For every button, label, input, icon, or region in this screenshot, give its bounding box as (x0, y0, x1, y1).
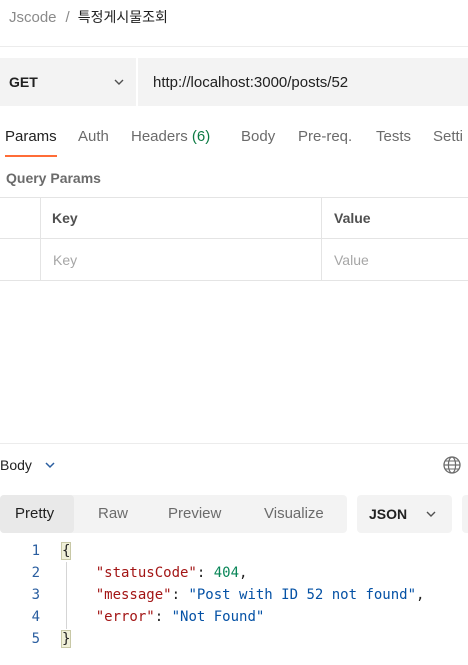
code-line: 5 } (0, 628, 468, 650)
method-label: GET (9, 74, 38, 90)
globe-icon[interactable] (442, 455, 462, 475)
chevron-down-icon (426, 511, 436, 517)
json-colon: : (154, 609, 172, 625)
wrap-lines-button[interactable] (462, 495, 468, 533)
table-header-row: Key Value (0, 198, 468, 239)
code-line: 1 { (0, 540, 468, 562)
column-divider (40, 198, 41, 281)
line-number: 2 (31, 565, 40, 581)
tab-headers-label: Headers (131, 128, 188, 145)
breadcrumb-separator: / (65, 8, 70, 26)
query-params-title: Query Params (6, 170, 101, 186)
value-input[interactable]: Value (334, 252, 369, 268)
tab-auth[interactable]: Auth (78, 128, 109, 145)
header-divider (0, 46, 468, 47)
json-string: "Not Found" (171, 609, 265, 625)
chevron-down-icon (45, 462, 55, 469)
response-body-toggle[interactable]: Body (0, 455, 56, 475)
json-comma: , (239, 565, 248, 581)
json-number: 404 (213, 565, 240, 581)
headers-count: (6) (191, 128, 211, 145)
code-line: 2 "statusCode": 404, (0, 562, 468, 584)
close-brace: } (60, 630, 72, 648)
json-colon: : (171, 587, 189, 603)
format-select[interactable]: JSON (357, 495, 452, 533)
url-bar: GET http://localhost:3000/posts/52 (0, 58, 468, 106)
format-select-value: JSON (369, 506, 408, 522)
json-key: "error" (95, 609, 155, 625)
query-params-table: Key Value Key Value (0, 197, 468, 281)
column-divider (321, 198, 322, 281)
response-format-tabs: Pretty Raw Preview Visualize (0, 495, 347, 533)
method-select[interactable]: GET (0, 58, 138, 106)
key-input[interactable]: Key (53, 252, 77, 268)
open-brace: { (60, 542, 72, 560)
request-tabs: Params Auth Headers (6) Body Pre-req. Te… (0, 118, 468, 158)
request-name[interactable]: 특정게시물조회 (78, 7, 168, 27)
json-string: "Post with ID 52 not found" (188, 587, 417, 603)
tab-raw[interactable]: Raw (98, 505, 128, 522)
line-number: 5 (31, 631, 40, 647)
code-line: 3 "message": "Post with ID 52 not found"… (0, 584, 468, 606)
table-row: Key Value (0, 240, 468, 281)
tab-settings[interactable]: Setti (433, 128, 463, 145)
line-number: 4 (31, 609, 40, 625)
tab-body[interactable]: Body (241, 128, 275, 145)
json-key: "message" (95, 587, 172, 603)
breadcrumb: Jscode / 특정게시물조회 (9, 6, 168, 28)
active-tab-indicator (5, 155, 57, 157)
tab-visualize[interactable]: Visualize (264, 505, 324, 522)
url-input[interactable]: http://localhost:3000/posts/52 (138, 58, 348, 106)
line-number: 3 (31, 587, 40, 603)
tab-tests[interactable]: Tests (376, 128, 411, 145)
tab-params[interactable]: Params (5, 128, 57, 145)
response-divider (0, 443, 468, 444)
tab-pretty[interactable]: Pretty (15, 505, 54, 522)
value-column-header: Value (334, 210, 371, 226)
json-colon: : (196, 565, 214, 581)
line-number: 1 (31, 543, 40, 559)
breadcrumb-collection[interactable]: Jscode (9, 9, 57, 26)
tab-headers[interactable]: Headers (6) (131, 128, 210, 145)
code-line: 4 "error": "Not Found" (0, 606, 468, 628)
chevron-down-icon (114, 79, 124, 85)
tab-preview[interactable]: Preview (168, 505, 221, 522)
tab-pre-request[interactable]: Pre-req. (298, 128, 352, 145)
json-key: "statusCode" (95, 565, 197, 581)
response-body-label: Body (0, 457, 32, 473)
json-comma: , (416, 587, 425, 603)
key-column-header: Key (52, 210, 78, 226)
